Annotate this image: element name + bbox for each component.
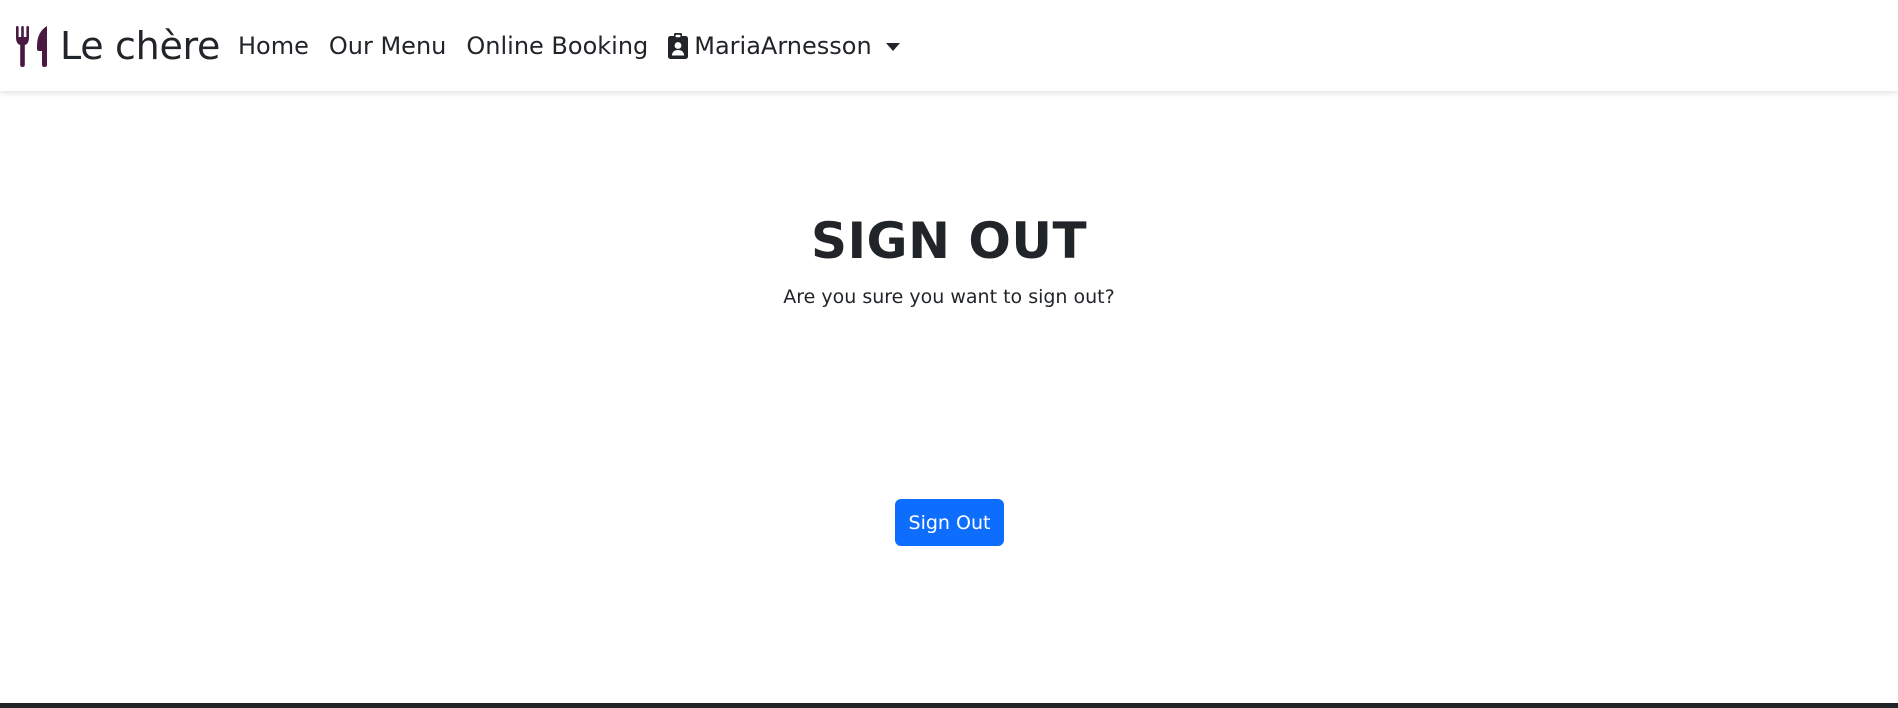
sign-out-confirmation-text: Are you sure you want to sign out? (783, 286, 1115, 308)
nav-link-online-booking[interactable]: Online Booking (466, 32, 648, 60)
brand-link[interactable]: Le chère (14, 23, 220, 69)
footer-bar (0, 703, 1898, 708)
user-name: MariaArnesson (694, 31, 872, 60)
page-title: SIGN OUT (810, 212, 1088, 270)
sign-out-button[interactable]: Sign Out (895, 499, 1004, 546)
utensils-icon (14, 24, 52, 68)
brand-name: Le chère (60, 24, 221, 68)
nav-link-our-menu[interactable]: Our Menu (329, 32, 447, 60)
id-badge-icon (668, 32, 689, 59)
user-dropdown-toggle[interactable]: MariaArnesson (668, 31, 900, 60)
navbar: Le chère Home Our Menu Online Booking Ma… (0, 0, 1898, 91)
nav-links: Home Our Menu Online Booking MariaArness… (238, 0, 900, 91)
nav-link-home[interactable]: Home (238, 32, 309, 60)
caret-down-icon (885, 42, 900, 51)
